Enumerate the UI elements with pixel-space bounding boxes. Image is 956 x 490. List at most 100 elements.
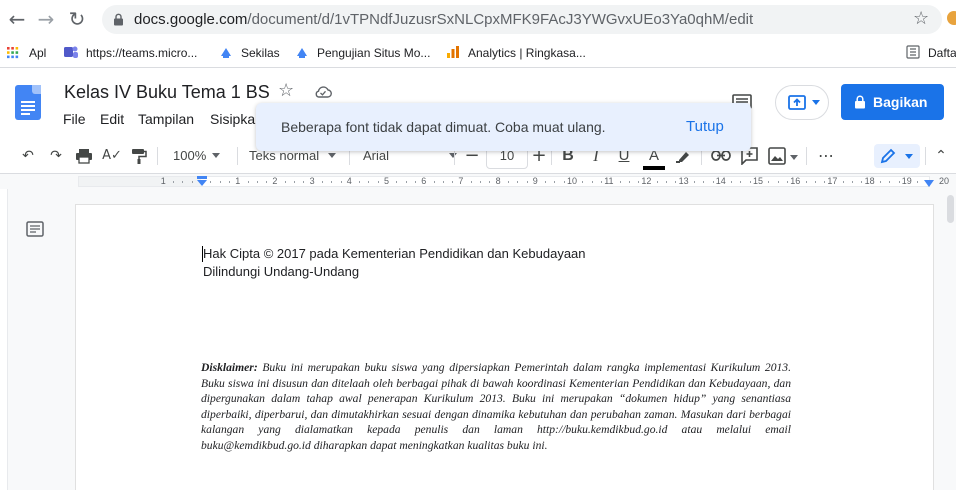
omnibox[interactable]: docs.google.com/document/d/1vTPNdfJuzusr… [102,5,942,34]
pagespeed-icon [221,48,231,58]
bookmark-apps[interactable]: Apl [7,44,46,62]
ruler-tick [526,181,528,183]
reload-icon[interactable]: ↻ [66,8,88,30]
print-icon[interactable] [75,148,93,164]
document-outline-icon[interactable] [26,221,44,237]
ruler-tick [470,181,472,183]
bookmark-reading-list[interactable]: Dafta [906,44,956,62]
bookmark-teams[interactable]: https://teams.micro... [64,44,197,62]
ruler-tick [247,181,249,183]
bookmark-star-icon[interactable]: ☆ [913,8,929,29]
bookmark-pengujian[interactable]: Pengujian Situs Mo... [295,44,430,62]
ruler-number: 1 [235,176,241,186]
paint-format-icon[interactable] [131,148,147,165]
menu-file[interactable]: File [63,111,86,127]
ruler-tick [359,181,361,183]
analytics-icon [447,46,459,58]
toast-message: Beberapa font tidak dapat dimuat. Coba m… [281,119,606,135]
lock-icon [114,13,123,26]
disclaimer-paragraph[interactable]: Disklaimer: Buku ini merupakan buku sisw… [201,360,791,454]
redo-icon[interactable]: ↷ [45,145,67,167]
editing-mode-button[interactable] [874,144,920,168]
document-title[interactable]: Kelas IV Buku Tema 1 BS [64,82,270,103]
ruler-tick [582,181,584,183]
highlight-icon[interactable] [676,149,692,163]
link-icon[interactable] [711,150,731,161]
menu-tampilan[interactable]: Tampilan [138,111,194,127]
ruler-tick [917,181,919,183]
ruler-tick [228,181,230,183]
ruler-tick [284,181,286,183]
spellcheck-icon[interactable]: A✓ [101,145,123,167]
ruler-tick [266,181,268,183]
toast-close-button[interactable]: Tutup [686,118,724,135]
ruler-tick [619,181,621,183]
star-icon[interactable]: ☆ [278,80,294,101]
ruler-tick [452,181,454,183]
ruler-tick [210,181,212,183]
menu-edit[interactable]: Edit [100,111,124,127]
ruler-number: 4 [346,176,352,186]
chevron-down-icon [328,153,337,158]
ruler-number: 19 [901,176,912,186]
scrollbar-thumb[interactable] [947,195,954,223]
toolbar-divider [237,147,238,165]
ruler-number: 1 [160,176,166,186]
share-button[interactable]: Bagikan [841,84,944,120]
forward-icon[interactable]: → [35,8,57,30]
ruler-tick [852,181,853,183]
menu-sisipkan[interactable]: Sisipka [210,111,255,127]
right-indent-marker-icon[interactable] [923,178,935,188]
ruler-tick [749,181,751,183]
ruler-tick [824,181,826,183]
vertical-scrollbar[interactable] [944,189,956,490]
bookmark-analytics[interactable]: Analytics | Ringkasa... [446,44,586,62]
bookmark-sekilas[interactable]: Sekilas [219,44,280,62]
horizontal-ruler[interactable]: 1123456789101112131415161718192021 [0,174,956,189]
chevron-down-icon [212,153,221,158]
indent-marker-icon[interactable] [196,176,208,188]
ruler-number: 7 [458,176,464,186]
docs-logo-icon[interactable] [15,85,41,120]
more-options-icon[interactable]: ⋯ [815,145,837,167]
ruler-tick [805,181,807,183]
ruler-tick [861,181,863,183]
chevron-down-icon[interactable] [790,155,798,160]
back-icon[interactable]: ← [6,8,28,30]
chevron-up-icon[interactable]: ⌃ [932,145,950,167]
ruler-tick [340,181,342,183]
ruler-number: 15 [753,176,764,186]
undo-icon[interactable]: ↶ [17,145,39,167]
ruler-tick [814,181,816,183]
present-button[interactable] [775,85,829,120]
cloud-status-icon[interactable] [314,85,332,98]
ruler-number: 12 [641,176,652,186]
ruler-number: 13 [678,176,689,186]
disclaimer-label: Disklaimer: [201,361,258,374]
ruler-tick [331,181,333,183]
ruler-tick [656,181,658,183]
share-label: Bagikan [873,94,928,110]
ruler-tick [303,181,305,183]
apps-grid-icon [7,47,19,59]
ruler-number: 3 [309,176,315,186]
zoom-select[interactable]: 100% [173,145,221,167]
ruler-tick [712,181,714,183]
toolbar-divider [157,147,158,165]
ruler-tick [256,181,258,183]
pencil-icon [880,148,896,164]
insert-image-icon[interactable] [768,147,786,165]
copyright-line[interactable]: Hak Cipta © 2017 pada Kementerian Pendid… [203,246,586,261]
present-icon [788,95,806,110]
ruler-tick [405,181,407,183]
vertical-ruler[interactable] [0,189,8,490]
ruler-number: 20 [939,176,950,186]
ruler-tick [396,181,398,183]
ruler-tick [675,181,677,183]
chevron-down-icon [905,154,913,159]
ruler-tick [638,181,640,183]
ruler-tick [489,181,491,183]
protected-line[interactable]: Dilindungi Undang-Undang [203,264,359,279]
profile-avatar[interactable] [947,11,956,25]
lock-icon [855,95,865,109]
